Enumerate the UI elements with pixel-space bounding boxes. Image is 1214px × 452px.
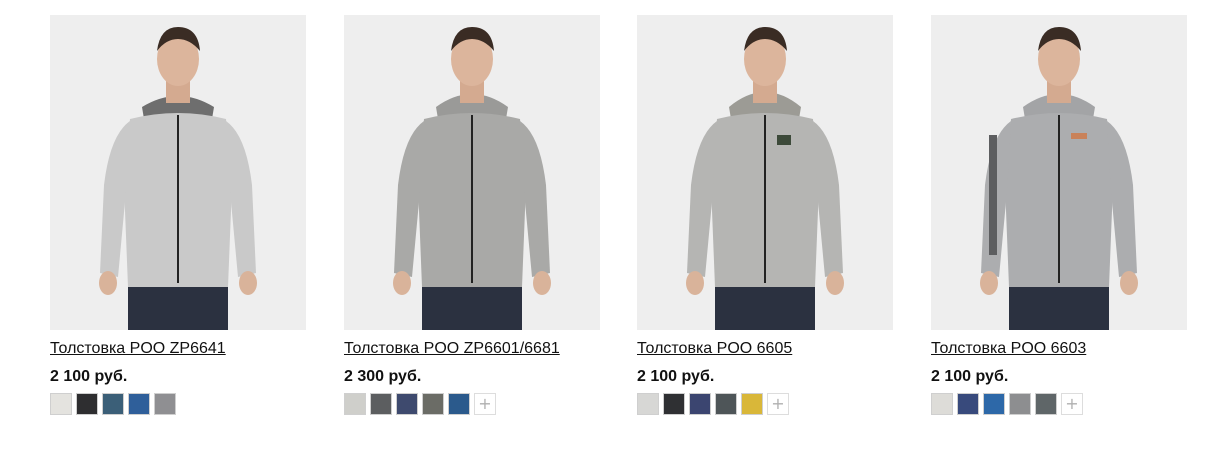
man-in-hoodie-image <box>344 15 600 330</box>
color-swatch[interactable] <box>154 393 176 415</box>
plus-icon[interactable]: + <box>1061 393 1083 415</box>
man-in-hoodie-image <box>931 15 1187 330</box>
color-swatch[interactable] <box>931 393 953 415</box>
product-price: 2 100 руб. <box>637 368 715 385</box>
color-swatches: + <box>637 393 893 415</box>
color-swatch[interactable] <box>637 393 659 415</box>
product-photo[interactable] <box>931 15 1187 330</box>
product-card: Толстовка POO 6603 2 100 руб. + <box>931 15 1187 415</box>
color-swatch[interactable] <box>422 393 444 415</box>
color-swatch[interactable] <box>1009 393 1031 415</box>
plus-icon[interactable]: + <box>474 393 496 415</box>
product-card: Толстовка POO 6605 2 100 руб. + <box>637 15 893 415</box>
color-swatches: + <box>931 393 1187 415</box>
product-title-link[interactable]: Толстовка POO ZP6601/6681 <box>344 339 600 359</box>
product-price: 2 100 руб. <box>50 368 128 385</box>
color-swatch[interactable] <box>715 393 737 415</box>
product-price: 2 300 руб. <box>344 368 422 385</box>
color-swatches <box>50 393 306 415</box>
product-photo[interactable] <box>50 15 306 330</box>
product-title-link[interactable]: Толстовка POO 6605 <box>637 339 893 359</box>
product-title-link[interactable]: Толстовка POO 6603 <box>931 339 1187 359</box>
plus-icon[interactable]: + <box>767 393 789 415</box>
color-swatch[interactable] <box>1035 393 1057 415</box>
color-swatch[interactable] <box>741 393 763 415</box>
color-swatch[interactable] <box>50 393 72 415</box>
color-swatch[interactable] <box>448 393 470 415</box>
color-swatch[interactable] <box>370 393 392 415</box>
product-card: Толстовка POO ZP6601/6681 2 300 руб. + <box>344 15 600 415</box>
product-title-link[interactable]: Толстовка POO ZP6641 <box>50 339 306 359</box>
color-swatch[interactable] <box>957 393 979 415</box>
product-card: Толстовка POO ZP6641 2 100 руб. <box>50 15 306 415</box>
color-swatch[interactable] <box>396 393 418 415</box>
product-photo[interactable] <box>637 15 893 330</box>
color-swatches: + <box>344 393 600 415</box>
color-swatch[interactable] <box>102 393 124 415</box>
product-price: 2 100 руб. <box>931 368 1009 385</box>
color-swatch[interactable] <box>76 393 98 415</box>
color-swatch[interactable] <box>128 393 150 415</box>
color-swatch[interactable] <box>983 393 1005 415</box>
color-swatch[interactable] <box>689 393 711 415</box>
man-in-hoodie-image <box>637 15 893 330</box>
product-photo[interactable] <box>344 15 600 330</box>
color-swatch[interactable] <box>663 393 685 415</box>
color-swatch[interactable] <box>344 393 366 415</box>
man-in-hoodie-image <box>50 15 306 330</box>
